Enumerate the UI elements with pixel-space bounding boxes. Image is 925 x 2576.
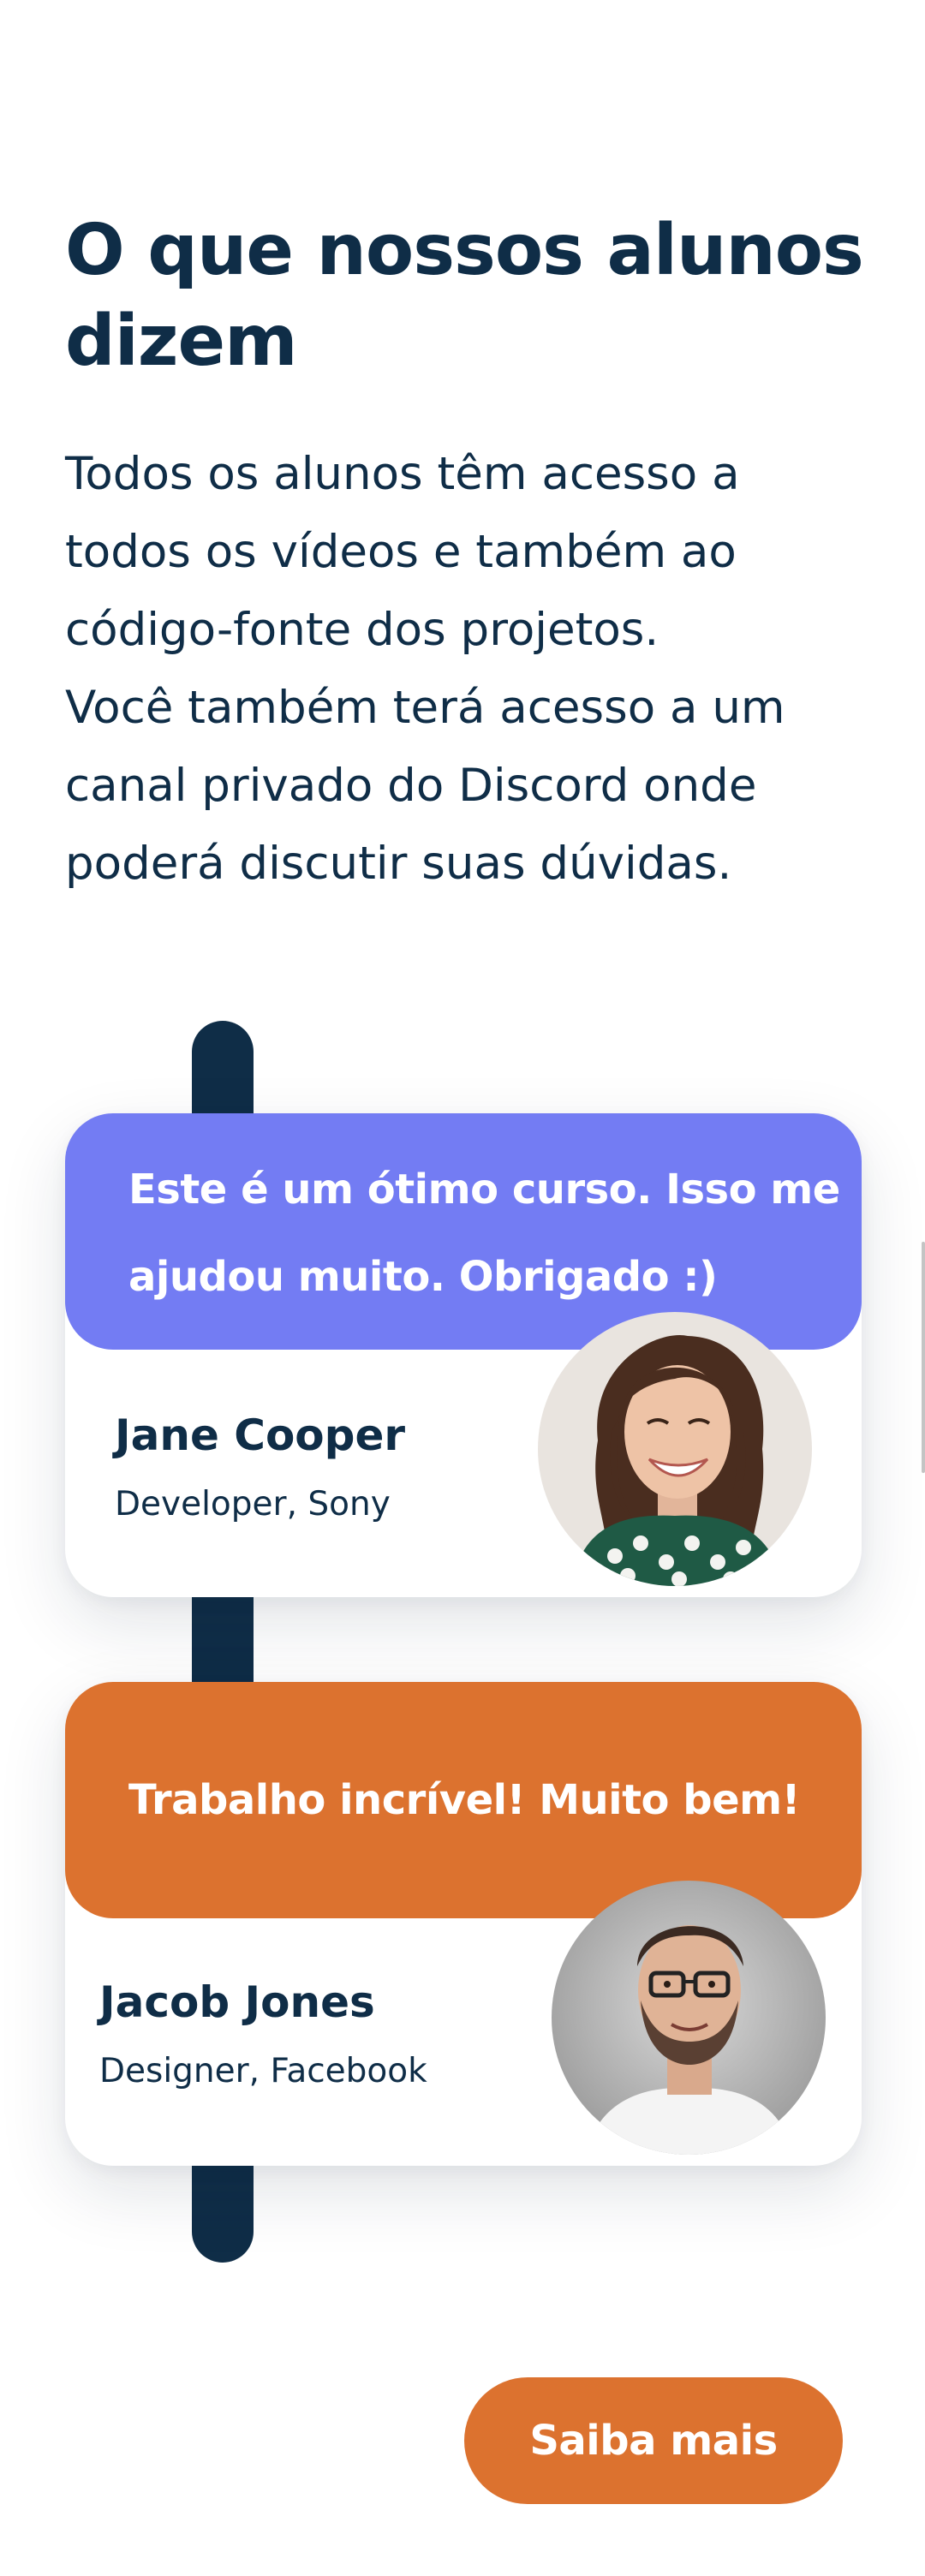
section-intro: Todos os alunos têm acesso a todos os ví…	[65, 435, 887, 903]
intro-line: todos os vídeos e também ao	[65, 526, 737, 578]
avatar	[538, 1312, 812, 1586]
testimonial-author-role: Designer, Facebook	[99, 2052, 427, 2090]
jane-cooper-photo	[538, 1312, 812, 1586]
testimonial-quote-line: Este é um ótimo curso. Isso me	[128, 1166, 840, 1213]
jacob-jones-photo	[552, 1881, 826, 2155]
intro-line: canal privado do Discord onde	[65, 760, 757, 812]
intro-line: Todos os alunos têm acesso a	[65, 448, 740, 500]
testimonial-quote-bubble: Trabalho incrível! Muito bem!	[65, 1682, 862, 1918]
intro-line: Você também terá acesso a um	[65, 682, 785, 734]
intro-line: código-fonte dos projetos.	[65, 604, 659, 656]
testimonial-author-role: Developer, Sony	[115, 1485, 391, 1524]
section-title-line-1: O que nossos alunos dizem	[65, 210, 864, 382]
testimonial-card: Este é um ótimo curso. Isso me ajudou mu…	[65, 1113, 862, 1597]
intro-line: poderá discutir suas dúvidas.	[65, 838, 732, 890]
testimonial-author-name: Jane Cooper	[115, 1410, 406, 1460]
saiba-mais-button[interactable]: Saiba mais	[464, 2377, 843, 2504]
testimonial-quote-line: Trabalho incrível! Muito bem!	[128, 1776, 801, 1824]
testimonial-card: Trabalho incrível! Muito bem! Jacob Jone…	[65, 1682, 862, 2166]
avatar	[552, 1881, 826, 2155]
testimonial-quote-line: ajudou muito. Obrigado :)	[128, 1253, 718, 1301]
testimonial-quote-bubble: Este é um ótimo curso. Isso me ajudou mu…	[65, 1113, 862, 1350]
scrollbar[interactable]	[922, 1242, 925, 1473]
section-title: O que nossos alunos dizem	[65, 206, 887, 387]
testimonial-author-name: Jacob Jones	[99, 1977, 375, 2027]
